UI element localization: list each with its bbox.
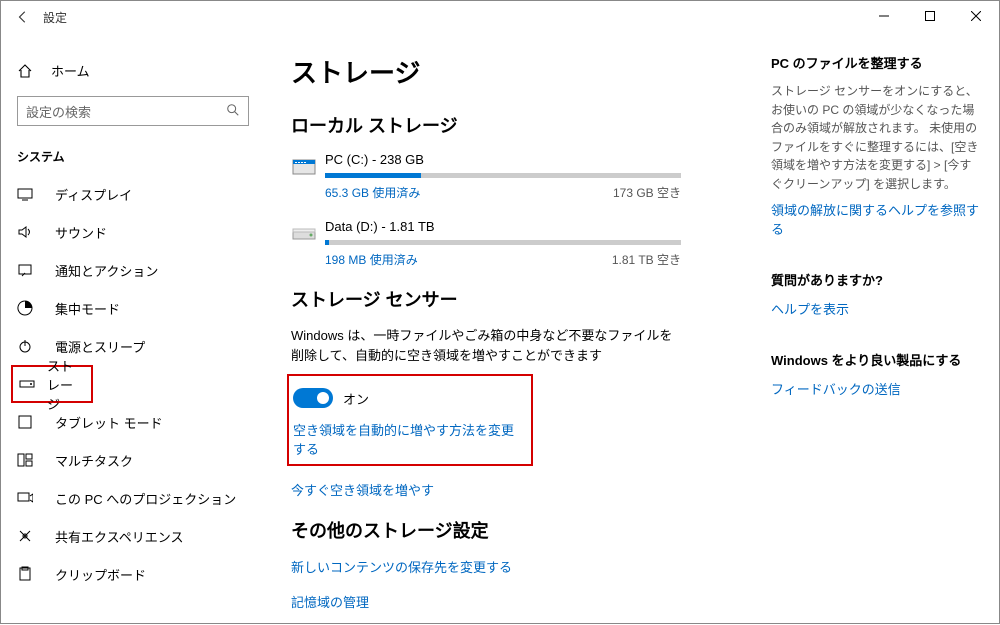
drive-d[interactable]: Data (D:) - 1.81 TB 198 MB 使用済み 1.81 TB … bbox=[291, 219, 681, 268]
sidebar-item-label: ストレージ bbox=[47, 356, 85, 413]
aside-feedback-heading: Windows をより良い製品にする bbox=[771, 350, 981, 369]
home-icon bbox=[17, 63, 35, 79]
sidebar-item-label: サウンド bbox=[55, 223, 107, 242]
window-controls bbox=[861, 1, 999, 31]
sidebar-item-label: マルチタスク bbox=[55, 451, 133, 470]
sidebar-item-projection[interactable]: この PC へのプロジェクション bbox=[1, 479, 273, 517]
drive-c-free: 173 GB 空き bbox=[613, 184, 681, 201]
sidebar-item-display[interactable]: ディスプレイ bbox=[1, 175, 273, 213]
multitask-icon bbox=[17, 452, 35, 468]
minimize-button[interactable] bbox=[861, 1, 907, 31]
search-icon bbox=[226, 103, 240, 120]
back-button[interactable] bbox=[11, 5, 35, 29]
manage-storage-link[interactable]: 記憶域の管理 bbox=[291, 592, 681, 611]
focus-icon bbox=[17, 300, 35, 316]
drive-d-name: Data (D:) - 1.81 TB bbox=[325, 219, 681, 234]
sidebar-item-label: 通知とアクション bbox=[55, 261, 158, 280]
sidebar: ホーム 設定の検索 システム ディスプレイ サウンド 通知とアクション 集中モー… bbox=[1, 33, 273, 625]
aside-organize-link[interactable]: 領域の解放に関するヘルプを参照する bbox=[771, 200, 981, 238]
projection-icon bbox=[17, 490, 35, 506]
storage-icon bbox=[19, 376, 35, 392]
other-storage-heading: その他のストレージ設定 bbox=[291, 517, 681, 543]
aside-help-link[interactable]: ヘルプを表示 bbox=[771, 299, 981, 318]
aside-feedback-link[interactable]: フィードバックの送信 bbox=[771, 379, 981, 398]
storage-sense-state: オン bbox=[343, 389, 369, 408]
maximize-button[interactable] bbox=[907, 1, 953, 31]
change-auto-free-link[interactable]: 空き領域を自動的に増やす方法を変更する bbox=[293, 420, 523, 458]
sidebar-item-label: 電源とスリープ bbox=[55, 337, 145, 356]
sidebar-item-multitask[interactable]: マルチタスク bbox=[1, 441, 273, 479]
drive-c[interactable]: PC (C:) - 238 GB 65.3 GB 使用済み 173 GB 空き bbox=[291, 152, 681, 201]
aside: PC のファイルを整理する ストレージ センサーをオンにすると、お使いの PC … bbox=[771, 53, 981, 625]
sidebar-item-tablet[interactable]: タブレット モード bbox=[1, 403, 273, 441]
search-placeholder: 設定の検索 bbox=[26, 102, 91, 121]
drive-c-name: PC (C:) - 238 GB bbox=[325, 152, 681, 167]
free-now-link[interactable]: 今すぐ空き領域を増やす bbox=[291, 480, 681, 499]
page-title: ストレージ bbox=[291, 53, 681, 90]
storage-sense-heading: ストレージ センサー bbox=[291, 286, 681, 312]
sidebar-item-focus[interactable]: 集中モード bbox=[1, 289, 273, 327]
sidebar-item-label: クリップボード bbox=[55, 565, 146, 584]
drive-d-bar bbox=[325, 240, 681, 245]
sidebar-item-shared[interactable]: 共有エクスペリエンス bbox=[1, 517, 273, 555]
clipboard-icon bbox=[17, 566, 35, 582]
sidebar-item-sound[interactable]: サウンド bbox=[1, 213, 273, 251]
sidebar-item-label: タブレット モード bbox=[55, 413, 163, 432]
titlebar: 設定 bbox=[1, 1, 999, 33]
sidebar-item-storage[interactable]: ストレージ bbox=[13, 367, 91, 401]
window-title: 設定 bbox=[43, 9, 67, 26]
drive-c-bar bbox=[325, 173, 681, 178]
drive-d-used: 198 MB 使用済み bbox=[325, 251, 418, 268]
drive-d-icon bbox=[291, 221, 325, 268]
sidebar-home[interactable]: ホーム bbox=[1, 53, 273, 88]
change-save-location-link[interactable]: 新しいコンテンツの保存先を変更する bbox=[291, 557, 681, 576]
aside-organize-heading: PC のファイルを整理する bbox=[771, 53, 981, 72]
drive-c-used: 65.3 GB 使用済み bbox=[325, 184, 420, 201]
sound-icon bbox=[17, 224, 35, 240]
sidebar-category: システム bbox=[1, 140, 273, 175]
local-storage-heading: ローカル ストレージ bbox=[291, 112, 681, 138]
close-button[interactable] bbox=[953, 1, 999, 31]
notifications-icon bbox=[17, 262, 35, 278]
storage-sense-toggle[interactable] bbox=[293, 388, 333, 408]
sidebar-item-notifications[interactable]: 通知とアクション bbox=[1, 251, 273, 289]
display-icon bbox=[17, 186, 35, 202]
search-input[interactable]: 設定の検索 bbox=[17, 96, 249, 126]
storage-sense-desc: Windows は、一時ファイルやごみ箱の中身など不要なファイルを削除して、自動… bbox=[291, 326, 681, 366]
sidebar-item-label: この PC へのプロジェクション bbox=[55, 489, 236, 508]
sidebar-home-label: ホーム bbox=[51, 61, 90, 80]
sidebar-item-power[interactable]: 電源とスリープ bbox=[1, 327, 273, 365]
sidebar-item-label: ディスプレイ bbox=[55, 185, 132, 204]
shared-icon bbox=[17, 528, 35, 544]
content: ストレージ ローカル ストレージ PC (C:) - 238 GB 65.3 G… bbox=[291, 53, 681, 625]
sidebar-item-label: 共有エクスペリエンス bbox=[55, 527, 183, 546]
tablet-icon bbox=[17, 414, 35, 430]
drive-c-icon bbox=[291, 154, 325, 201]
sidebar-item-clipboard[interactable]: クリップボード bbox=[1, 555, 273, 593]
drive-d-free: 1.81 TB 空き bbox=[612, 251, 681, 268]
aside-help-heading: 質問がありますか? bbox=[771, 270, 981, 289]
power-icon bbox=[17, 338, 35, 354]
sidebar-item-label: 集中モード bbox=[55, 299, 120, 318]
highlight-box: オン 空き領域を自動的に増やす方法を変更する bbox=[287, 374, 533, 466]
aside-organize-body: ストレージ センサーをオンにすると、お使いの PC の領域が少なくなった場合のみ… bbox=[771, 82, 981, 194]
